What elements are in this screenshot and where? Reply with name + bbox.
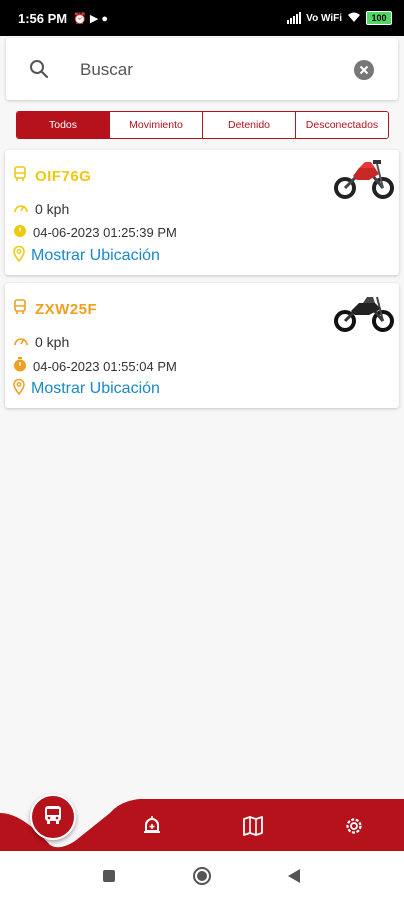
tab-movimiento[interactable]: Movimiento <box>109 112 202 138</box>
notification-icons: ⏰ ▶ ● <box>73 12 109 25</box>
vehicle-icon <box>13 166 27 187</box>
status-bar: 1:56 PM ⏰ ▶ ● Vo WiFi 100 <box>0 0 404 36</box>
clock-icon <box>13 224 27 241</box>
speedometer-icon <box>13 200 29 217</box>
show-location-link[interactable]: Mostrar Ubicación <box>31 247 160 265</box>
filter-tabs: Todos Movimiento Detenido Desconectados <box>16 111 389 139</box>
vehicle-timestamp: 04-06-2023 01:25:39 PM <box>33 225 177 240</box>
vehicle-card[interactable]: ZXW25F 0 kph 04-06-2023 01:55:04 PM Most… <box>5 283 399 408</box>
location-pin-icon <box>13 245 25 265</box>
vehicles-tab-button[interactable] <box>30 794 76 840</box>
search-bar <box>6 38 398 100</box>
motorcycle-image <box>333 289 395 338</box>
bus-icon <box>42 804 64 831</box>
battery-icon: 100 <box>366 11 392 25</box>
signal-icon <box>287 12 302 24</box>
back-button[interactable] <box>287 868 301 884</box>
vehicle-speed: 0 kph <box>35 200 70 217</box>
vehicle-speed: 0 kph <box>35 333 70 350</box>
search-input[interactable] <box>78 55 332 85</box>
vehicle-card[interactable]: OIF76G 0 kph 04-06-2023 01:25:39 PM Most… <box>5 150 399 275</box>
search-icon[interactable] <box>28 58 50 80</box>
wifi-icon <box>347 11 361 26</box>
show-location-link[interactable]: Mostrar Ubicación <box>31 380 160 398</box>
network-label: Vo WiFi <box>306 12 342 24</box>
tab-todos[interactable]: Todos <box>17 112 109 138</box>
motorcycle-image <box>333 156 395 205</box>
speedometer-icon <box>13 333 29 350</box>
alarm-bell-icon[interactable] <box>140 814 164 838</box>
gear-icon[interactable] <box>342 814 366 838</box>
tab-desconectados[interactable]: Desconectados <box>295 112 388 138</box>
system-navigation-bar <box>0 851 404 900</box>
tab-detenido[interactable]: Detenido <box>202 112 295 138</box>
recent-apps-button[interactable] <box>102 869 116 883</box>
map-icon[interactable] <box>241 814 265 838</box>
stopwatch-icon <box>13 357 27 375</box>
home-button[interactable] <box>192 866 212 886</box>
vehicle-plate: ZXW25F <box>35 301 98 318</box>
location-pin-icon <box>13 378 25 398</box>
vehicle-plate: OIF76G <box>35 168 92 185</box>
vehicle-timestamp: 04-06-2023 01:55:04 PM <box>33 358 177 374</box>
status-time: 1:56 PM <box>18 10 68 26</box>
vehicle-icon <box>13 299 27 320</box>
clear-search-icon[interactable] <box>354 60 374 80</box>
